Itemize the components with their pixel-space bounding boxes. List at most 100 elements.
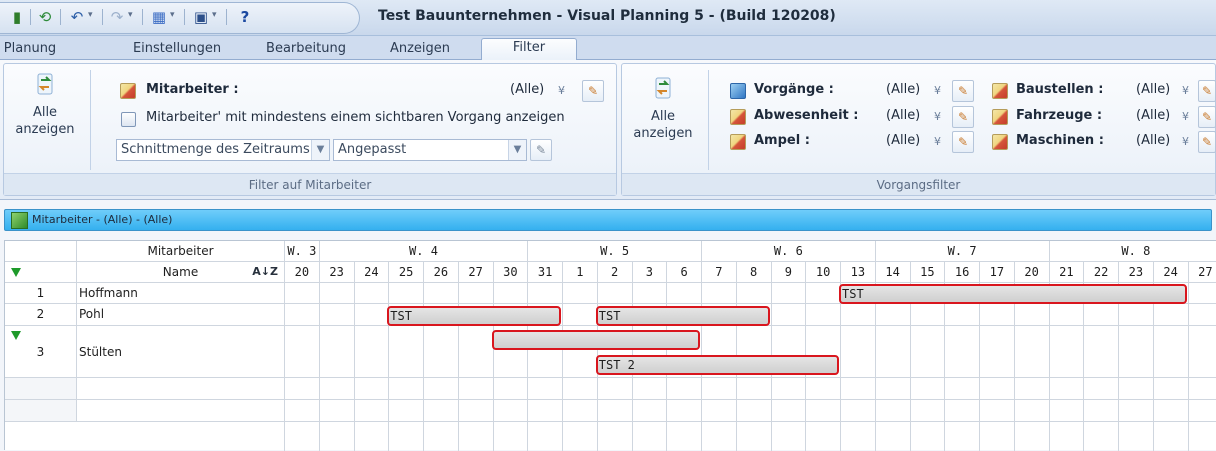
traffic-light-filter-edit-button[interactable]: ✎ [952, 131, 974, 153]
employee-filter-edit-button[interactable]: ✎ [582, 80, 604, 102]
period-combo[interactable]: Angepasst ▼ [333, 139, 527, 161]
header-name[interactable]: Name A↓Z [77, 262, 285, 283]
task-bar[interactable]: TST [387, 306, 561, 326]
period-edit-button[interactable]: ✎ [530, 139, 552, 161]
show-all-label-line1: Alle [33, 105, 57, 120]
empty-row-name[interactable] [77, 400, 285, 422]
toolbar-separator [30, 9, 31, 25]
row-number-label: 3 [37, 345, 45, 359]
chevron-down-icon[interactable]: ▼ [508, 140, 526, 160]
day-gridline [910, 283, 911, 451]
intersection-combo[interactable]: Schnittmenge des Zeitraums ▼ [116, 139, 330, 161]
undo-icon[interactable]: ↶ [68, 8, 86, 26]
day-header-cell: 22 [1084, 262, 1119, 283]
sites-filter-edit-button[interactable]: ✎ [1198, 80, 1216, 102]
employee-filter-dropdown-icon[interactable]: ¥ [558, 84, 565, 97]
toolbar-separator [184, 9, 185, 25]
row-name[interactable]: Hoffmann [77, 283, 285, 304]
chevron-down-icon[interactable]: ▼ [311, 140, 329, 160]
intersection-combo-value: Schnittmenge des Zeitraums [121, 142, 310, 157]
sites-filter-label: Baustellen : [1016, 82, 1103, 97]
planning-icon[interactable]: ▦ [150, 8, 168, 26]
tab-anzeigen[interactable]: Anzeigen [378, 40, 462, 60]
machines-filter-value[interactable]: (Alle) [1136, 133, 1170, 148]
task-bar[interactable]: TST [839, 284, 1187, 304]
row-name[interactable]: Stülten [77, 326, 285, 378]
tasks-filter-edit-button[interactable]: ✎ [952, 80, 974, 102]
absence-filter-value[interactable]: (Alle) [886, 108, 920, 123]
day-header-cell: 7 [702, 262, 737, 283]
header-name-label: Name [163, 265, 198, 279]
week-header-cell: W. 6 [702, 241, 876, 262]
day-gridline [562, 283, 563, 451]
section-bar[interactable]: Mitarbeiter - (Alle) - (Alle) [4, 209, 1212, 231]
week-header-cell: W. 3 [285, 241, 320, 262]
traffic-light-filter-icon [730, 134, 746, 150]
week-header-cell: W. 8 [1050, 241, 1216, 262]
day-header-cell: 6 [667, 262, 702, 283]
filter-arrow-icon [11, 268, 21, 277]
row-name[interactable]: Pohl [77, 304, 285, 326]
vehicles-filter-edit-button[interactable]: ✎ [1198, 106, 1216, 128]
absence-filter-edit-button[interactable]: ✎ [952, 106, 974, 128]
tab-filter[interactable]: Filter [481, 38, 577, 61]
app-icon[interactable]: ▮ [8, 8, 26, 26]
task-bar[interactable] [492, 330, 701, 350]
title-bar: ▮ ⟲ ↶ ▾ ↷ ▾ ▦ ▾ ▣ ▾ ? Test Bauunternehme… [0, 0, 1216, 36]
traffic-light-filter-value[interactable]: (Alle) [886, 133, 920, 148]
group-divider [90, 70, 91, 170]
group-divider [708, 70, 709, 170]
task-bar[interactable]: TST 2 [596, 355, 839, 375]
employee-filter-value[interactable]: (Alle) [510, 82, 544, 97]
day-gridline [979, 283, 980, 451]
show-all-icon [651, 76, 675, 100]
sites-filter-dropdown-icon[interactable]: ¥ [1182, 84, 1189, 97]
day-gridline [1188, 283, 1189, 451]
filter-arrow-cell[interactable] [5, 262, 77, 283]
day-header-cell: 16 [945, 262, 980, 283]
tab-einstellungen[interactable]: Einstellungen [122, 40, 232, 60]
sort-az-icon[interactable]: A↓Z [252, 262, 278, 282]
group-label-tasks: Vorgangsfilter [622, 173, 1215, 195]
tasks-filter-dropdown-icon[interactable]: ¥ [934, 84, 941, 97]
day-header-cell: 27 [459, 262, 494, 283]
show-all-tasks-button[interactable]: Alle anzeigen [624, 76, 702, 142]
day-gridline [1083, 283, 1084, 451]
day-gridline [840, 283, 841, 451]
day-header-cell: 31 [528, 262, 563, 283]
sites-filter-value[interactable]: (Alle) [1136, 82, 1170, 97]
view-dropdown-icon[interactable]: ▾ [212, 10, 217, 20]
traffic-light-filter-dropdown-icon[interactable]: ¥ [934, 135, 941, 148]
vehicles-filter-label: Fahrzeuge : [1016, 108, 1102, 123]
redo-dropdown-icon[interactable]: ▾ [128, 10, 133, 20]
machines-filter-dropdown-icon[interactable]: ¥ [1182, 135, 1189, 148]
absence-filter-label: Abwesenheit : [754, 108, 858, 123]
tab-bearbeitung[interactable]: Bearbeitung [256, 40, 356, 60]
refresh-icon[interactable]: ⟲ [36, 8, 54, 26]
day-header-cell: 24 [355, 262, 390, 283]
show-all-employees-button[interactable]: Alle anzeigen [6, 72, 84, 138]
help-icon[interactable]: ? [236, 8, 254, 26]
machines-filter-edit-button[interactable]: ✎ [1198, 131, 1216, 153]
redo-icon[interactable]: ↷ [108, 8, 126, 26]
tab-planung[interactable]: Planung [0, 40, 60, 60]
empty-row-number [5, 378, 77, 400]
absence-filter-dropdown-icon[interactable]: ¥ [934, 110, 941, 123]
week-header-cell: W. 4 [320, 241, 529, 262]
day-header-cell: 23 [320, 262, 355, 283]
planning-dropdown-icon[interactable]: ▾ [170, 10, 175, 20]
absence-filter-icon [730, 109, 746, 125]
empty-row-number [5, 400, 77, 422]
task-bar[interactable]: TST [596, 306, 770, 326]
undo-dropdown-icon[interactable]: ▾ [88, 10, 93, 20]
row-gridline [285, 421, 1216, 422]
visible-task-checkbox-label: Mitarbeiter' mit mindestens einem sichtb… [146, 110, 565, 125]
visible-task-checkbox[interactable] [121, 112, 136, 127]
vehicles-filter-icon [992, 109, 1008, 125]
view-icon[interactable]: ▣ [192, 8, 210, 26]
day-gridline [319, 283, 320, 451]
vehicles-filter-dropdown-icon[interactable]: ¥ [1182, 110, 1189, 123]
empty-row-name[interactable] [77, 378, 285, 400]
tasks-filter-value[interactable]: (Alle) [886, 82, 920, 97]
vehicles-filter-value[interactable]: (Alle) [1136, 108, 1170, 123]
